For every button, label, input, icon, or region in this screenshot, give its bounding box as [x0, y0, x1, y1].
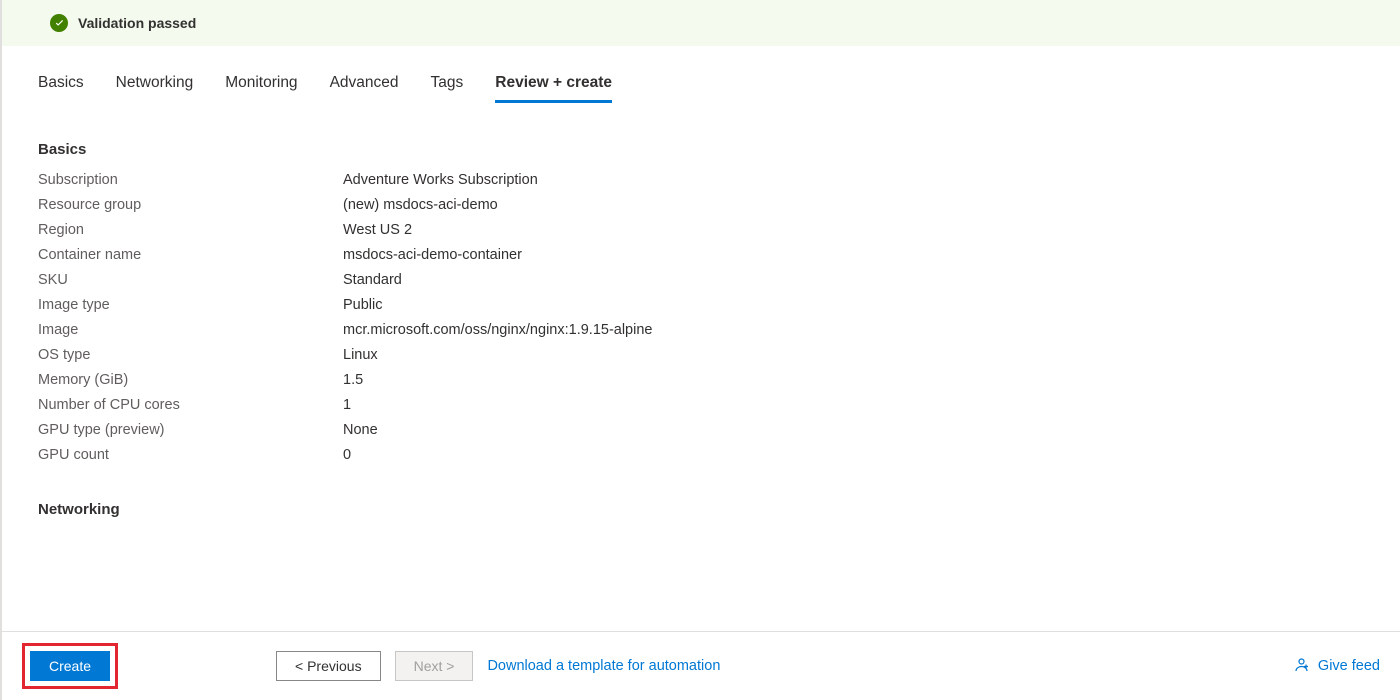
value-gpu-count: 0 [343, 447, 1400, 463]
download-template-link[interactable]: Download a template for automation [487, 658, 720, 674]
value-resource-group: (new) msdocs-aci-demo [343, 197, 1400, 213]
label-cpu-cores: Number of CPU cores [38, 397, 343, 413]
label-container-name: Container name [38, 247, 343, 263]
label-gpu-type: GPU type (preview) [38, 422, 343, 438]
give-feedback-text: Give feed [1318, 658, 1380, 674]
success-check-icon [50, 14, 68, 32]
tab-networking[interactable]: Networking [116, 74, 194, 103]
section-heading-networking: Networking [38, 501, 1400, 518]
wizard-footer: Create < Previous Next > Download a temp… [2, 631, 1400, 700]
tab-monitoring[interactable]: Monitoring [225, 74, 297, 103]
value-sku: Standard [343, 272, 1400, 288]
validation-banner: Validation passed [2, 0, 1400, 46]
value-cpu-cores: 1 [343, 397, 1400, 413]
value-image-type: Public [343, 297, 1400, 313]
value-container-name: msdocs-aci-demo-container [343, 247, 1400, 263]
label-subscription: Subscription [38, 172, 343, 188]
next-button: Next > [395, 651, 474, 681]
label-resource-group: Resource group [38, 197, 343, 213]
label-os-type: OS type [38, 347, 343, 363]
label-gpu-count: GPU count [38, 447, 343, 463]
label-image-type: Image type [38, 297, 343, 313]
value-image: mcr.microsoft.com/oss/nginx/nginx:1.9.15… [343, 322, 1400, 338]
value-region: West US 2 [343, 222, 1400, 238]
wizard-tabs: Basics Networking Monitoring Advanced Ta… [38, 46, 1400, 103]
left-border [0, 0, 2, 700]
label-memory: Memory (GiB) [38, 372, 343, 388]
value-gpu-type: None [343, 422, 1400, 438]
value-memory: 1.5 [343, 372, 1400, 388]
tab-advanced[interactable]: Advanced [330, 74, 399, 103]
section-heading-basics: Basics [38, 141, 1400, 158]
label-image: Image [38, 322, 343, 338]
value-os-type: Linux [343, 347, 1400, 363]
value-subscription: Adventure Works Subscription [343, 172, 1400, 188]
label-region: Region [38, 222, 343, 238]
tab-tags[interactable]: Tags [431, 74, 464, 103]
feedback-icon [1294, 658, 1310, 674]
label-sku: SKU [38, 272, 343, 288]
give-feedback-link[interactable]: Give feed [1294, 658, 1380, 674]
tab-review-create[interactable]: Review + create [495, 74, 612, 103]
validation-message: Validation passed [78, 15, 196, 31]
basics-summary-grid: Subscription Adventure Works Subscriptio… [38, 172, 1400, 463]
previous-button[interactable]: < Previous [276, 651, 381, 681]
tab-basics[interactable]: Basics [38, 74, 84, 103]
create-button[interactable]: Create [30, 651, 110, 681]
create-button-highlight: Create [22, 643, 118, 689]
